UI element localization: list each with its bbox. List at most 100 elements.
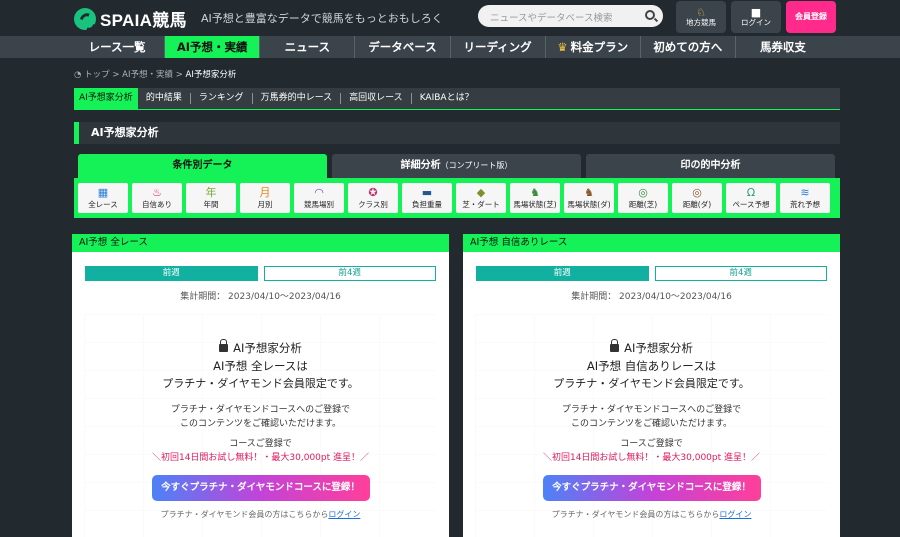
tab-note: （コンプリート版） — [440, 161, 513, 170]
login-link[interactable]: ログイン — [719, 510, 751, 519]
nav-beginners[interactable]: 初めての方へ — [639, 36, 735, 58]
filter-button[interactable]: 年年間 — [186, 183, 236, 213]
period-text: 集計期間： 2023/04/10～2023/04/16 — [571, 292, 732, 302]
paywall: AI予想家分析 AI予想 全レースは プラチナ・ダイヤモンド会員限定です。 プラ… — [72, 339, 449, 520]
nav-database[interactable]: データベース — [354, 36, 449, 58]
filter-label: 競馬場別 — [304, 200, 334, 209]
login-button[interactable]: ■ ログイン — [731, 1, 781, 33]
card-header: AI予想 自信ありレース — [463, 234, 840, 252]
search-icon[interactable] — [645, 10, 655, 20]
register-label: 会員登録 — [795, 12, 827, 21]
nav-races[interactable]: レース一覧 — [70, 36, 164, 58]
filter-button[interactable]: ≋ 荒れ予想 — [780, 183, 830, 213]
paywall-footer-text: プラチナ・ダイヤモンド会員の方はこちらから — [160, 510, 329, 519]
paywall: AI予想家分析 AI予想 自信ありレースは プラチナ・ダイヤモンド会員限定です。… — [463, 339, 840, 520]
subnav-longshot-races[interactable]: 万馬券的中レース — [251, 93, 341, 104]
login-link[interactable]: ログイン — [328, 510, 360, 519]
filter-button[interactable]: ◠ 競馬場別 — [294, 183, 344, 213]
filter-button[interactable]: ◎ 距離(ダ) — [672, 183, 722, 213]
tab-condition-data[interactable]: 条件別データ — [78, 154, 327, 178]
week-past4-button[interactable]: 前4週 — [654, 266, 827, 281]
subnav-hit-results[interactable]: 的中結果 — [138, 93, 190, 104]
week-current-button[interactable]: 前週 — [85, 266, 258, 281]
medal-icon: ✪ — [368, 186, 378, 199]
paywall-promo-1: コースご登録で — [229, 439, 292, 449]
breadcrumb-ai[interactable]: AI予想・実績 — [122, 70, 173, 80]
card-header: AI予想 全レース — [72, 234, 449, 252]
paywall-title-text: AI予想家分析 — [624, 341, 693, 355]
section-title: AI予想家分析 — [74, 122, 840, 144]
filter-button[interactable]: ◎ 距離(芝) — [618, 183, 668, 213]
register-cta-button[interactable]: 今すぐプラチナ・ダイヤモンドコースに登録！ — [151, 475, 370, 501]
local-racing-button[interactable]: ♘ 地方競馬 — [676, 1, 726, 33]
search-placeholder: ニュースやデータベース検索 — [490, 13, 613, 24]
filter-button[interactable]: ◆ 芝・ダート — [456, 183, 506, 213]
nav-betting-balance[interactable]: 馬券収支 — [734, 36, 830, 58]
breadcrumb-current: AI予想家分析 — [185, 70, 237, 80]
tab-label: 印の的中分析 — [680, 160, 741, 171]
weight-icon: ▬ — [421, 186, 433, 199]
week-toggle: 前週 前4週 — [72, 252, 449, 281]
grid-icon: ▦ — [97, 186, 109, 199]
nav-leading[interactable]: リーディング — [449, 36, 545, 58]
filter-button[interactable]: ♨ 自信あり — [132, 183, 182, 213]
calendar-year-icon: 年 — [205, 186, 217, 199]
filter-button[interactable]: 月月別 — [240, 183, 290, 213]
card-all-races: AI予想 全レース 前週 前4週 集計期間： 2023/04/10～2023/0… — [72, 234, 449, 537]
local-racing-label: 地方競馬 — [686, 18, 716, 27]
register-button[interactable]: 会員登録 — [786, 1, 836, 33]
nav-pricing-label: 料金プラン — [570, 40, 629, 54]
week-current-button[interactable]: 前週 — [476, 266, 649, 281]
filter-label: 距離(芝) — [628, 200, 658, 209]
analysis-tabs: 条件別データ 詳細分析（コンプリート版） 印の的中分析 — [78, 154, 835, 178]
horse-icon: ♘ — [696, 6, 706, 19]
tab-detailed-analysis[interactable]: 詳細分析（コンプリート版） — [332, 154, 581, 178]
filter-label: 自信あり — [142, 200, 172, 209]
subnav-high-return[interactable]: 高回収レース — [340, 93, 411, 104]
week-past4-button[interactable]: 前4週 — [263, 266, 436, 281]
paywall-title: AI予想家分析 — [72, 339, 449, 357]
paywall-footer: プラチナ・ダイヤモンド会員の方はこちらからログイン — [72, 509, 449, 520]
paywall-title-text: AI予想家分析 — [233, 341, 302, 355]
subnav-about-kaiba[interactable]: KAIBAとは？ — [410, 93, 482, 104]
site-header: SPAIA競馬 AI予想と豊富なデータで競馬をもっとおもしろく ニュースやデータ… — [0, 0, 900, 36]
period-text: 集計期間： 2023/04/10～2023/04/16 — [180, 292, 341, 302]
nav-pricing[interactable]: ♛ 料金プラン — [544, 36, 640, 58]
paywall-subject: AI予想 全レースは — [213, 359, 308, 373]
search-input[interactable]: ニュースやデータベース検索 — [478, 5, 663, 27]
filter-button[interactable]: ▦ 全レース — [78, 183, 128, 213]
filter-label: 荒れ予想 — [790, 200, 820, 209]
paywall-info-1: プラチナ・ダイヤモンドコースへのご登録で — [561, 405, 742, 415]
paywall-subject: AI予想 自信ありレースは — [586, 359, 717, 373]
login-label: ログイン — [741, 18, 771, 27]
paywall-restriction: プラチナ・ダイヤモンド会員限定です。 — [162, 377, 359, 390]
filter-label: 馬場状態(ダ) — [567, 200, 611, 209]
filter-button[interactable]: ✪ クラス別 — [348, 183, 398, 213]
turf-condition-icon: ♞ — [530, 186, 540, 199]
subnav-ai-analysis[interactable]: AI予想家分析 — [74, 88, 138, 109]
turf-dirt-icon: ◆ — [476, 186, 486, 199]
paywall-title: AI予想家分析 — [463, 339, 840, 357]
breadcrumb-top[interactable]: トップ — [84, 70, 110, 80]
crown-icon: ♛ — [557, 40, 568, 54]
paywall-promo-2: ＼初回14日間お試し無料！・最大30,000pt 進呈！／ — [542, 453, 761, 463]
site-logo[interactable]: SPAIA競馬 — [74, 6, 187, 31]
dirt-condition-icon: ♞ — [584, 186, 594, 199]
week-toggle: 前週 前4週 — [463, 252, 840, 281]
filter-button[interactable]: ♞ 馬場状態(ダ) — [564, 183, 614, 213]
nav-ai-predictions[interactable]: AI予想・実績 — [164, 36, 260, 58]
filter-button[interactable]: ▬ 負担重量 — [402, 183, 452, 213]
paywall-footer: プラチナ・ダイヤモンド会員の方はこちらからログイン — [463, 509, 840, 520]
tab-mark-hit-analysis[interactable]: 印の的中分析 — [586, 154, 835, 178]
filter-button[interactable]: Ω ペース予想 — [726, 183, 776, 213]
main-nav: レース一覧 AI予想・実績 ニュース データベース リーディング ♛ 料金プラン … — [0, 36, 900, 58]
nav-news[interactable]: ニュース — [259, 36, 354, 58]
subnav-ranking[interactable]: ランキング — [189, 93, 252, 104]
register-cta-button[interactable]: 今すぐプラチナ・ダイヤモンドコースに登録！ — [542, 475, 761, 501]
filter-label: 月別 — [257, 200, 273, 209]
tab-label: 詳細分析 — [400, 160, 441, 171]
home-icon[interactable]: ◔ — [74, 70, 84, 80]
site-tagline: AI予想と豊富なデータで競馬をもっとおもしろく — [201, 12, 443, 25]
filter-button[interactable]: ♞ 馬場状態(芝) — [510, 183, 560, 213]
filter-label: クラス別 — [358, 200, 388, 209]
